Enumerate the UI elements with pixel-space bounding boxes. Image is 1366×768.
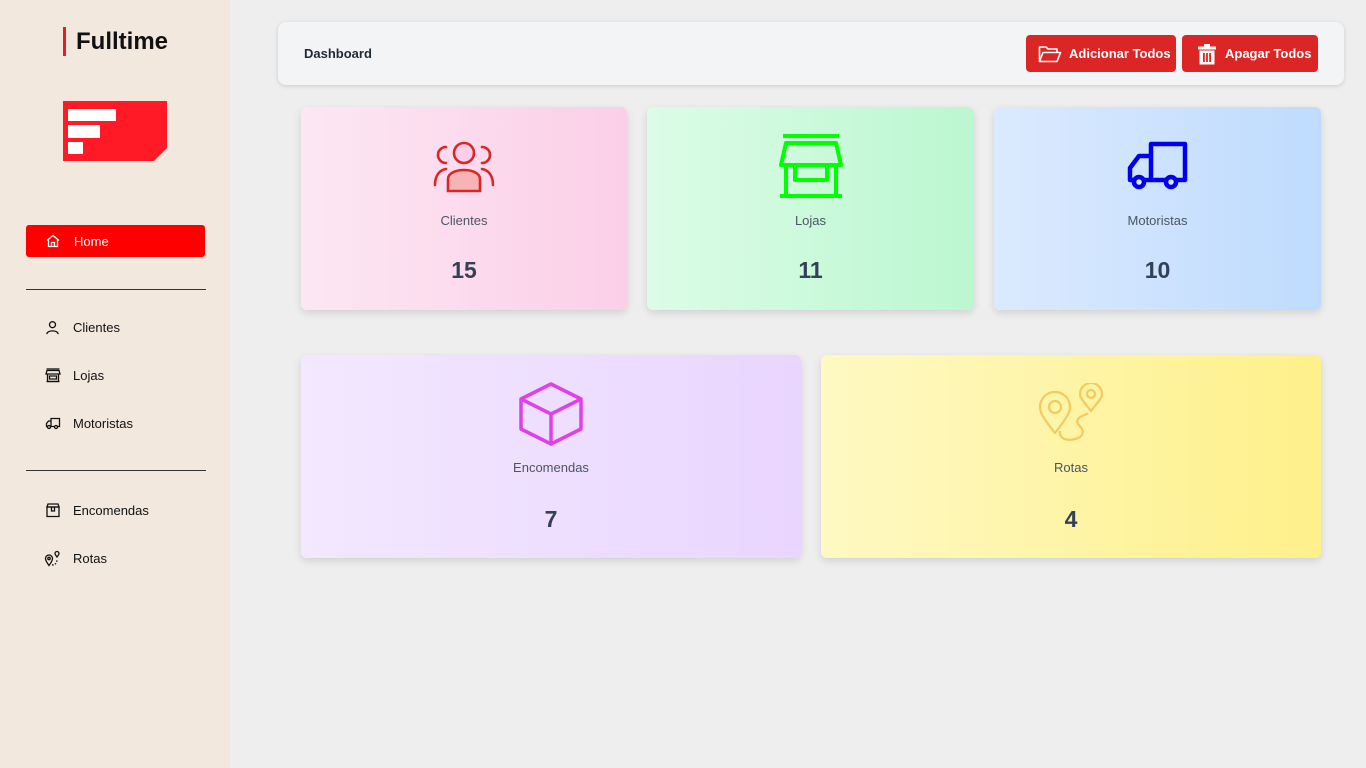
- folder-open-icon: [1038, 44, 1062, 64]
- sidebar-item-rotas[interactable]: Rotas: [44, 548, 107, 568]
- sidebar: Fulltime Home Clientes Lojas Motoristas …: [0, 0, 230, 768]
- sidebar-item-label: Encomendas: [73, 502, 149, 518]
- sidebar-item-motoristas[interactable]: Motoristas: [44, 413, 133, 433]
- card-lojas[interactable]: Lojas 11: [647, 107, 974, 310]
- add-all-button[interactable]: Adicionar Todos: [1026, 35, 1176, 72]
- truck-icon: [1123, 131, 1193, 201]
- add-all-label: Adicionar Todos: [1069, 46, 1171, 61]
- home-icon: [45, 233, 61, 249]
- top-header: Dashboard Adicionar Todos Apagar Todos: [278, 22, 1344, 85]
- brand-title: Fulltime: [63, 27, 168, 56]
- card-label: Clientes: [440, 213, 488, 228]
- store-icon: [44, 367, 61, 384]
- route-icon: [44, 550, 61, 567]
- page-title: Dashboard: [304, 46, 372, 61]
- card-motoristas[interactable]: Motoristas 10: [994, 107, 1321, 310]
- truck-icon: [44, 415, 61, 432]
- box-icon: [516, 379, 586, 449]
- sidebar-item-label: Clientes: [73, 319, 120, 335]
- card-count: 10: [1144, 257, 1171, 283]
- card-count: 15: [451, 257, 477, 283]
- delete-all-label: Apagar Todos: [1225, 46, 1312, 61]
- users-icon: [429, 131, 499, 201]
- card-label: Encomendas: [513, 460, 589, 475]
- delete-all-button[interactable]: Apagar Todos: [1182, 35, 1318, 72]
- card-count: 4: [1064, 506, 1078, 532]
- card-rotas[interactable]: Rotas 4: [821, 355, 1321, 558]
- store-icon: [776, 131, 846, 201]
- card-label: Motoristas: [1127, 213, 1188, 228]
- sidebar-item-encomendas[interactable]: Encomendas: [44, 500, 149, 520]
- user-icon: [44, 319, 61, 336]
- map-pin-route-icon: [1036, 379, 1106, 449]
- sidebar-divider: [26, 289, 206, 290]
- card-count: 7: [544, 506, 558, 532]
- sidebar-item-home[interactable]: Home: [26, 225, 205, 257]
- card-clientes[interactable]: Clientes 15: [301, 107, 627, 310]
- card-label: Lojas: [794, 213, 827, 228]
- sidebar-item-label: Home: [74, 233, 109, 249]
- sidebar-item-clientes[interactable]: Clientes: [44, 317, 120, 337]
- sidebar-item-label: Motoristas: [73, 415, 133, 431]
- card-encomendas[interactable]: Encomendas 7: [301, 355, 801, 558]
- package-icon: [44, 502, 61, 519]
- sidebar-item-label: Rotas: [73, 550, 107, 566]
- card-label: Rotas: [1054, 460, 1088, 475]
- logo: [63, 101, 167, 161]
- sidebar-divider: [26, 470, 206, 471]
- trash-icon: [1197, 43, 1217, 65]
- sidebar-item-label: Lojas: [73, 367, 105, 383]
- card-count: 11: [798, 257, 823, 283]
- sidebar-item-lojas[interactable]: Lojas: [44, 365, 104, 385]
